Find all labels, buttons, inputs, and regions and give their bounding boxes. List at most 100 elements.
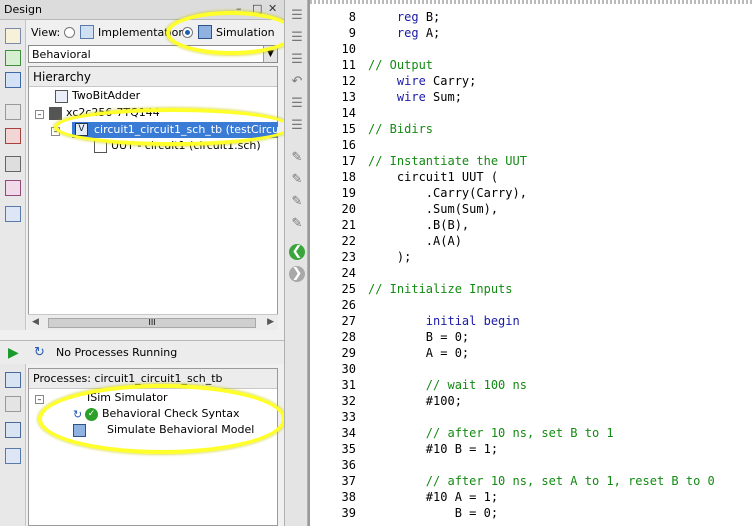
code-line[interactable]: // Bidirs xyxy=(368,122,433,136)
panel-layout-icon[interactable] xyxy=(5,448,21,464)
process-expand-icon[interactable] xyxy=(5,422,21,438)
toolbar-icon-4[interactable]: ☰ xyxy=(289,96,305,112)
code-line[interactable]: B = 0; xyxy=(368,506,498,520)
line-number: 39 xyxy=(341,506,356,520)
close-icon[interactable]: ✕ xyxy=(268,2,277,15)
line-number: 29 xyxy=(341,346,356,360)
bookmark-clear-icon[interactable]: ✎ xyxy=(289,216,305,232)
code-line[interactable]: reg A; xyxy=(368,26,440,40)
code-line[interactable]: #100; xyxy=(368,394,462,408)
code-editor[interactable]: 8 9 10 11 12 13 14 15 16 17 18 19 20 21 22 23 24 25 26 27 28… xyxy=(308,0,754,526)
code-line[interactable]: ); xyxy=(368,250,411,264)
scroll-right-icon[interactable]: ▶ xyxy=(267,317,274,327)
line-number: 32 xyxy=(341,394,356,408)
line-number: 25 xyxy=(341,282,356,296)
code-line[interactable]: // after 10 ns, set B to 1 xyxy=(368,426,614,440)
code-line[interactable]: wire Sum; xyxy=(368,90,462,104)
code-line[interactable]: // Instantiate the UUT xyxy=(368,154,527,168)
editor-toolstrip: ☰ ☰ ☰ ↶ ☰ ☰ ✎ ✎ ✎ ✎ ❮ ❯ xyxy=(284,0,308,526)
tree-item-project[interactable]: TwoBitAdder xyxy=(55,89,140,105)
keyword: begin xyxy=(483,314,520,328)
implementation-icon xyxy=(80,25,94,39)
code-line[interactable]: .A(A) xyxy=(368,234,462,248)
process-tree-disabled-icon[interactable] xyxy=(5,396,21,412)
line-number: 36 xyxy=(341,458,356,472)
code-line[interactable]: .Sum(Sum), xyxy=(368,202,498,216)
bookmark-icon[interactable]: ✎ xyxy=(289,150,305,166)
line-number: 14 xyxy=(341,106,356,120)
code-line[interactable]: // Initialize Inputs xyxy=(368,282,513,296)
toolbar-icon-5[interactable]: ☰ xyxy=(289,118,305,134)
design-toolstrip xyxy=(0,20,26,330)
code-line[interactable]: #10 A = 1; xyxy=(368,490,498,504)
editor-top-border xyxy=(310,0,754,4)
line-number: 28 xyxy=(341,330,356,344)
bookmark-next-icon[interactable]: ✎ xyxy=(289,172,305,188)
code-line[interactable]: // after 10 ns, set A to 1, reset B to 0 xyxy=(368,474,715,488)
code-line[interactable]: // Output xyxy=(368,58,433,72)
bookmark-prev-icon[interactable]: ✎ xyxy=(289,194,305,210)
toolbar-icon-2[interactable]: ☰ xyxy=(289,30,305,46)
tree-item-label: TwoBitAdder xyxy=(72,89,141,102)
scroll-thumb[interactable]: III xyxy=(48,318,256,328)
view-label: View: xyxy=(31,26,61,39)
code-line[interactable]: .B(B), xyxy=(368,218,469,232)
panel-layout-icon[interactable] xyxy=(5,206,21,222)
code-line[interactable]: // wait 100 ns xyxy=(368,378,527,392)
line-number: 35 xyxy=(341,442,356,456)
line-number: 22 xyxy=(341,234,356,248)
line-number: 9 xyxy=(348,26,356,40)
checklist-icon[interactable] xyxy=(5,180,21,196)
project-icon xyxy=(55,89,68,103)
hierarchy-hscrollbar[interactable]: ◀ III ▶ xyxy=(28,314,278,330)
code-line[interactable]: .Carry(Carry), xyxy=(368,186,527,200)
process-status: No Processes Running xyxy=(56,346,178,359)
scroll-left-icon[interactable]: ◀ xyxy=(32,317,39,327)
code-line[interactable]: initial begin xyxy=(368,314,520,328)
hierarchy-icon[interactable] xyxy=(5,104,21,120)
implementation-radio[interactable] xyxy=(64,27,75,38)
line-number: 31 xyxy=(341,378,356,392)
highlight-ellipse-simulation xyxy=(166,11,296,55)
go-back-icon[interactable]: ❮ xyxy=(289,244,305,260)
remove-source-icon[interactable] xyxy=(5,128,21,144)
code-line[interactable]: #10 B = 1; xyxy=(368,442,498,456)
line-number: 21 xyxy=(341,218,356,232)
code-line[interactable]: A = 0; xyxy=(368,346,469,360)
process-tree-icon[interactable] xyxy=(5,372,21,388)
line-number: 11 xyxy=(341,58,356,72)
highlight-ellipse-processes xyxy=(38,384,286,454)
toolbar-icon-3[interactable]: ☰ xyxy=(289,52,305,68)
line-number: 12 xyxy=(341,74,356,88)
code-line[interactable]: B = 0; xyxy=(368,330,469,344)
keyword: initial xyxy=(425,314,477,328)
keyword: wire xyxy=(396,90,426,104)
collapse-icon[interactable]: – xyxy=(35,395,44,404)
code-line[interactable]: reg B; xyxy=(368,10,440,24)
line-number: 16 xyxy=(341,138,356,152)
line-number: 8 xyxy=(348,10,356,24)
code-line[interactable]: circuit1 UUT ( xyxy=(368,170,498,184)
undo-icon[interactable]: ↶ xyxy=(289,74,305,90)
line-number: 13 xyxy=(341,90,356,104)
line-number-gutter: 8 9 10 11 12 13 14 15 16 17 18 19 20 21 22 23 24 25 26 27 28… xyxy=(310,4,360,526)
refresh-icon[interactable]: ↻ xyxy=(34,345,45,360)
line-number: 18 xyxy=(341,170,356,184)
highlight-ellipse-testbench xyxy=(54,108,292,146)
line-number: 19 xyxy=(341,186,356,200)
add-source-icon[interactable] xyxy=(5,50,21,66)
go-forward-icon[interactable]: ❯ xyxy=(289,266,305,282)
run-icon[interactable]: ▶ xyxy=(8,345,19,361)
toolbar-icon-1[interactable]: ☰ xyxy=(289,8,305,24)
properties-icon[interactable] xyxy=(5,156,21,172)
line-number: 37 xyxy=(341,474,356,488)
collapse-icon[interactable]: – xyxy=(35,110,44,119)
new-source-icon[interactable] xyxy=(5,28,21,44)
keyword: reg xyxy=(396,26,419,40)
add-copy-source-icon[interactable] xyxy=(5,72,21,88)
line-number: 27 xyxy=(341,314,356,328)
code-line[interactable]: wire Carry; xyxy=(368,74,476,88)
chip-icon xyxy=(49,106,62,120)
process-toolbar: ▶ ↻ No Processes Running xyxy=(0,340,284,364)
line-number: 23 xyxy=(341,250,356,264)
